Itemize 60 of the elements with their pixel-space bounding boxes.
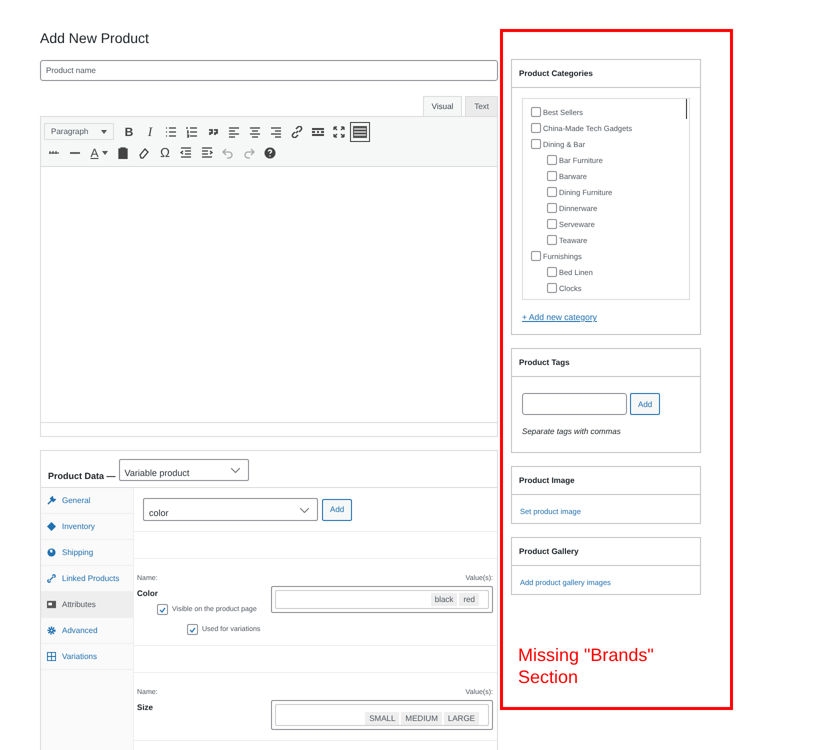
text-color-button[interactable]: A bbox=[86, 142, 112, 162]
caret-icon bbox=[102, 150, 108, 154]
value-tag[interactable]: red bbox=[459, 593, 479, 606]
value-tag[interactable]: LARGE bbox=[444, 712, 479, 725]
checkbox[interactable] bbox=[531, 123, 541, 133]
box-title: Product Tags bbox=[512, 349, 700, 377]
italic-button[interactable]: I bbox=[140, 122, 160, 142]
diamond-icon bbox=[47, 522, 56, 531]
checkmark-icon bbox=[189, 626, 196, 632]
add-tag-button[interactable]: Add bbox=[630, 393, 660, 415]
product-data-tab[interactable]: Attributes bbox=[41, 592, 133, 618]
editor-tab[interactable]: Text bbox=[465, 96, 498, 116]
checkbox[interactable] bbox=[547, 219, 557, 229]
checkbox[interactable] bbox=[547, 187, 557, 197]
value-tag[interactable]: black bbox=[430, 593, 458, 606]
hint-text: Separate tags with commas bbox=[522, 427, 622, 436]
annotation-text: Missing "Brands" Section bbox=[518, 644, 655, 688]
values-field[interactable]: black red bbox=[275, 590, 489, 609]
special-character-button[interactable]: Ω bbox=[155, 142, 175, 162]
box-title: Product Image bbox=[512, 467, 700, 495]
value-tag[interactable]: MEDIUM bbox=[401, 712, 442, 725]
card-icon bbox=[47, 600, 56, 609]
checkmark-icon bbox=[159, 606, 166, 612]
add-category-link[interactable]: + Add new category bbox=[522, 312, 597, 322]
checkbox[interactable] bbox=[531, 139, 541, 149]
globe-icon bbox=[47, 548, 56, 557]
box-title: Product Categories bbox=[512, 60, 700, 88]
wrench-icon bbox=[47, 496, 56, 505]
product-type-dropdown[interactable]: Variable product bbox=[118, 459, 249, 481]
checkbox[interactable] bbox=[531, 107, 541, 117]
product-data-title: Product Data — bbox=[48, 471, 116, 481]
checkbox[interactable] bbox=[547, 267, 557, 277]
toolbar-toggle-button[interactable] bbox=[350, 122, 370, 142]
chevron-down-icon bbox=[230, 468, 240, 473]
values-field[interactable]: SMALL MEDIUM LARGE bbox=[275, 704, 489, 726]
checkbox[interactable] bbox=[547, 283, 557, 293]
checkbox[interactable] bbox=[547, 171, 557, 181]
caret-icon bbox=[101, 130, 107, 134]
tag-input-field[interactable] bbox=[522, 393, 627, 415]
page-title: Add New Product bbox=[40, 30, 150, 46]
gear-icon bbox=[47, 626, 56, 635]
product-name-field[interactable]: Product name bbox=[40, 60, 498, 81]
chevron-down-icon bbox=[300, 508, 309, 513]
checkbox[interactable] bbox=[547, 235, 557, 245]
checkbox[interactable] bbox=[187, 624, 198, 635]
grid-icon bbox=[47, 652, 56, 661]
link-icon bbox=[47, 574, 56, 583]
checkbox[interactable] bbox=[547, 155, 557, 165]
format-dropdown[interactable]: Paragraph bbox=[44, 123, 114, 140]
bold-button[interactable]: B bbox=[119, 122, 139, 142]
value-tag[interactable]: SMALL bbox=[365, 712, 400, 725]
box-title: Product Gallery bbox=[512, 538, 700, 566]
attribute-dropdown[interactable]: color bbox=[143, 498, 318, 521]
attribute-name: Color bbox=[137, 589, 159, 598]
checkbox[interactable] bbox=[531, 251, 541, 261]
checkbox[interactable] bbox=[547, 203, 557, 213]
editor-tab[interactable]: Visual bbox=[422, 96, 462, 116]
checkbox[interactable] bbox=[157, 604, 168, 615]
attribute-name: Size bbox=[137, 703, 154, 712]
add-attribute-button[interactable]: Add bbox=[322, 498, 352, 520]
